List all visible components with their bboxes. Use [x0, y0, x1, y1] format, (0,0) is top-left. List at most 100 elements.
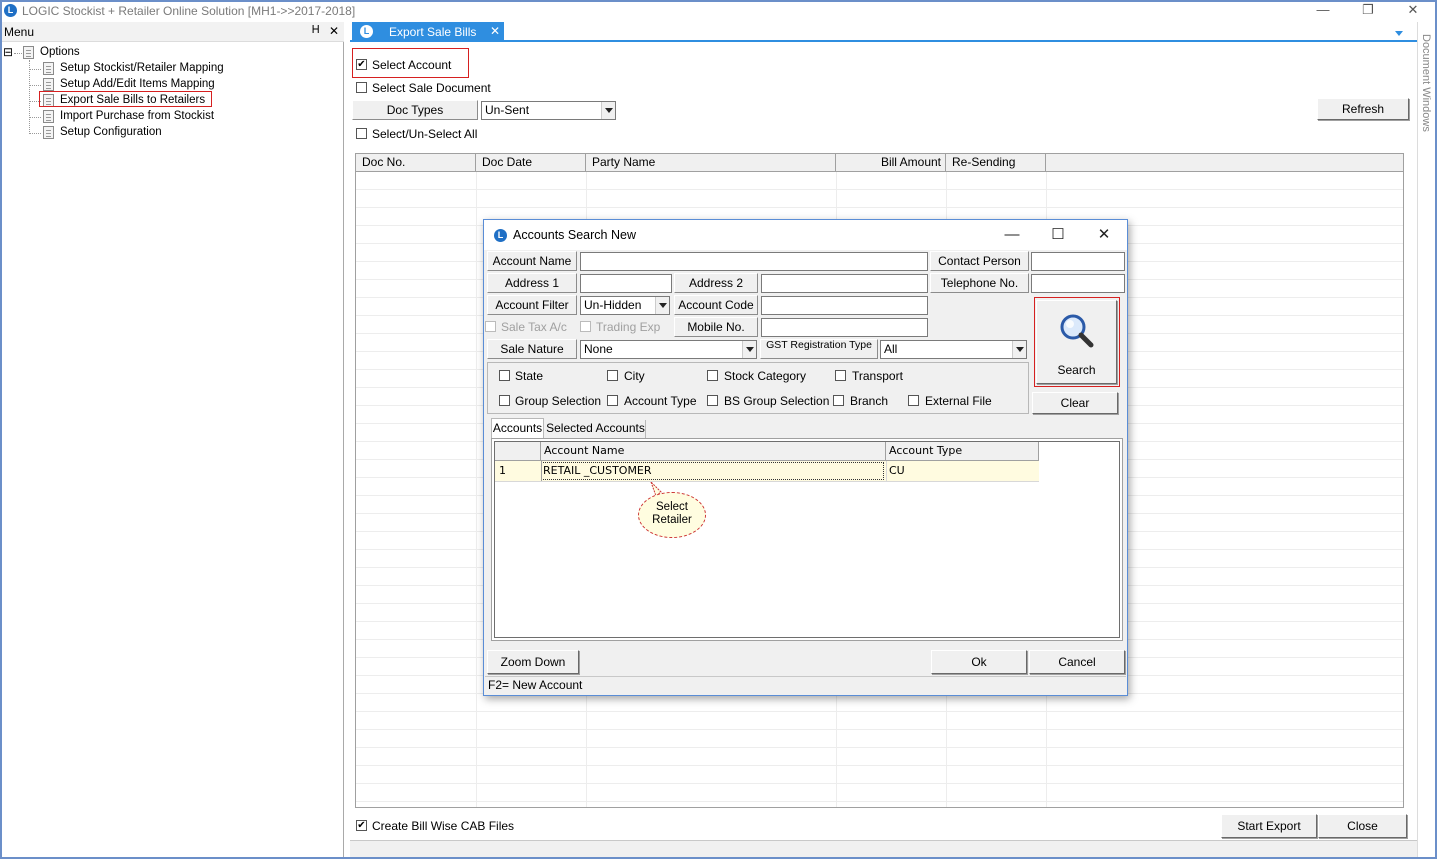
col-re-sending[interactable]: Re-Sending	[946, 154, 1046, 171]
tree-connector	[29, 85, 41, 86]
address2-input[interactable]	[761, 274, 928, 293]
address1-input[interactable]	[580, 274, 672, 293]
app-logo-icon: L	[4, 4, 17, 17]
chevron-down-icon[interactable]	[655, 297, 669, 314]
table-row[interactable]: 1 RETAIL _CUSTOMER CU	[495, 461, 1039, 481]
accounts-grid[interactable]: Account Name Account Type 1 RETAIL _CUST…	[494, 441, 1120, 638]
tree-collapse-icon[interactable]: ⊟	[3, 46, 13, 58]
filter-city-checkbox[interactable]	[607, 370, 618, 381]
doc-types-label: Doc Types	[352, 100, 478, 120]
document-windows-sidebar[interactable]: Document Windows	[1417, 22, 1437, 857]
highlight-box	[39, 91, 212, 107]
filter-account-type-checkbox[interactable]	[607, 395, 618, 406]
row-number: 1	[499, 464, 506, 477]
tab-selected-accounts[interactable]: Selected Accounts	[546, 420, 646, 438]
tab-accounts[interactable]: Accounts	[491, 418, 544, 439]
sale-tax-checkbox	[485, 321, 496, 332]
telephone-label: Telephone No.	[930, 273, 1029, 293]
col-bill-amount[interactable]: Bill Amount	[836, 154, 946, 171]
account-type-value: CU	[889, 464, 905, 477]
dialog-title-bar: L Accounts Search New — ☐ ✕	[484, 220, 1127, 250]
account-filter-select[interactable]: Un-Hidden	[580, 296, 670, 315]
filter-stock-category-checkbox[interactable]	[707, 370, 718, 381]
contact-person-input[interactable]	[1031, 252, 1125, 271]
select-unselect-all-checkbox[interactable]	[356, 128, 367, 139]
grid-header: Doc No. Doc Date Party Name Bill Amount …	[356, 154, 1403, 172]
gst-type-value: All	[884, 342, 898, 356]
document-icon	[43, 78, 54, 91]
doc-types-select[interactable]: Un-Sent	[481, 101, 616, 120]
tab-export-sale-bills[interactable]: L Export Sale Bills ✕	[352, 22, 504, 42]
grid-divider	[886, 461, 887, 481]
zoom-down-button[interactable]: Zoom Down	[487, 650, 579, 674]
close-menu-icon[interactable]: ✕	[329, 24, 339, 38]
filter-external-file-label: External File	[925, 394, 992, 408]
refresh-button[interactable]: Refresh	[1317, 98, 1409, 120]
minimize-button[interactable]: —	[1303, 0, 1343, 22]
create-bill-wise-label: Create Bill Wise CAB Files	[372, 819, 515, 833]
chevron-down-icon[interactable]	[601, 102, 615, 119]
close-button[interactable]: Close	[1318, 814, 1407, 838]
dialog-maximize-button[interactable]: ☐	[1035, 220, 1081, 250]
menu-item-items-mapping[interactable]: Setup Add/Edit Items Mapping	[60, 78, 215, 90]
chevron-down-icon[interactable]	[742, 341, 756, 358]
select-retailer-callout: Select Retailer	[638, 492, 706, 538]
row-header-corner	[495, 442, 541, 461]
dialog-close-button[interactable]: ✕	[1081, 220, 1127, 250]
pin-icon[interactable]: Ꮋ	[312, 24, 319, 37]
clear-button[interactable]: Clear	[1032, 392, 1118, 414]
filter-branch-label: Branch	[850, 394, 889, 408]
create-bill-wise-checkbox[interactable]: ✔	[356, 820, 367, 831]
filter-state-checkbox[interactable]	[499, 370, 510, 381]
tree-connector	[29, 69, 41, 70]
filter-account-type-label: Account Type	[624, 394, 697, 408]
trading-exp-checkbox	[580, 321, 591, 332]
start-export-button[interactable]: Start Export	[1221, 814, 1317, 838]
tree-root-options[interactable]: Options	[40, 46, 80, 58]
trading-exp-label: Trading Exp	[596, 320, 661, 334]
dialog-minimize-button[interactable]: —	[989, 220, 1035, 250]
close-window-button[interactable]: ✕	[1393, 0, 1433, 22]
col-doc-no[interactable]: Doc No.	[356, 154, 476, 171]
menu-item-stockist-mapping[interactable]: Setup Stockist/Retailer Mapping	[60, 62, 224, 74]
filter-transport-checkbox[interactable]	[835, 370, 846, 381]
telephone-input[interactable]	[1031, 274, 1125, 293]
filter-branch-checkbox[interactable]	[833, 395, 844, 406]
tab-dropdown-icon[interactable]	[1395, 31, 1403, 36]
tab-close-icon[interactable]: ✕	[490, 24, 500, 38]
filter-group-selection-label: Group Selection	[515, 394, 602, 408]
tab-strip: L Export Sale Bills ✕	[350, 22, 1417, 42]
highlight-box	[352, 48, 469, 78]
mobile-no-input[interactable]	[761, 318, 928, 337]
account-filter-label: Account Filter	[487, 295, 577, 315]
col-account-type[interactable]: Account Type	[886, 442, 1039, 461]
account-code-input[interactable]	[761, 296, 928, 315]
cancel-button[interactable]: Cancel	[1029, 650, 1125, 674]
document-icon	[43, 62, 54, 75]
filter-group-selection-checkbox[interactable]	[499, 395, 510, 406]
highlight-box	[1034, 297, 1120, 387]
account-name-input[interactable]	[580, 252, 928, 271]
tree-connector	[29, 60, 30, 134]
col-account-name[interactable]: Account Name	[541, 442, 886, 461]
col-party-name[interactable]: Party Name	[586, 154, 836, 171]
sale-tax-label: Sale Tax A/c	[501, 320, 567, 334]
col-doc-date[interactable]: Doc Date	[476, 154, 586, 171]
filter-external-file-checkbox[interactable]	[908, 395, 919, 406]
menu-item-import-purchase[interactable]: Import Purchase from Stockist	[60, 110, 214, 122]
restore-button[interactable]: ❐	[1348, 0, 1388, 22]
ok-button[interactable]: Ok	[931, 650, 1027, 674]
sale-nature-select[interactable]: None	[580, 340, 757, 359]
sale-nature-label: Sale Nature	[487, 339, 577, 359]
filter-bs-group-checkbox[interactable]	[707, 395, 718, 406]
account-name-cell[interactable]: RETAIL _CUSTOMER	[541, 462, 884, 480]
dialog-title: Accounts Search New	[513, 228, 636, 242]
chevron-down-icon[interactable]	[1012, 341, 1026, 358]
gst-type-select[interactable]: All	[880, 340, 1027, 359]
dialog-app-icon: L	[494, 229, 507, 242]
grid-divider	[495, 481, 1039, 482]
account-filter-value: Un-Hidden	[584, 298, 642, 312]
menu-item-setup-configuration[interactable]: Setup Configuration	[60, 126, 162, 138]
select-unselect-all-label: Select/Un-Select All	[372, 127, 478, 141]
select-sale-document-checkbox[interactable]	[356, 82, 367, 93]
